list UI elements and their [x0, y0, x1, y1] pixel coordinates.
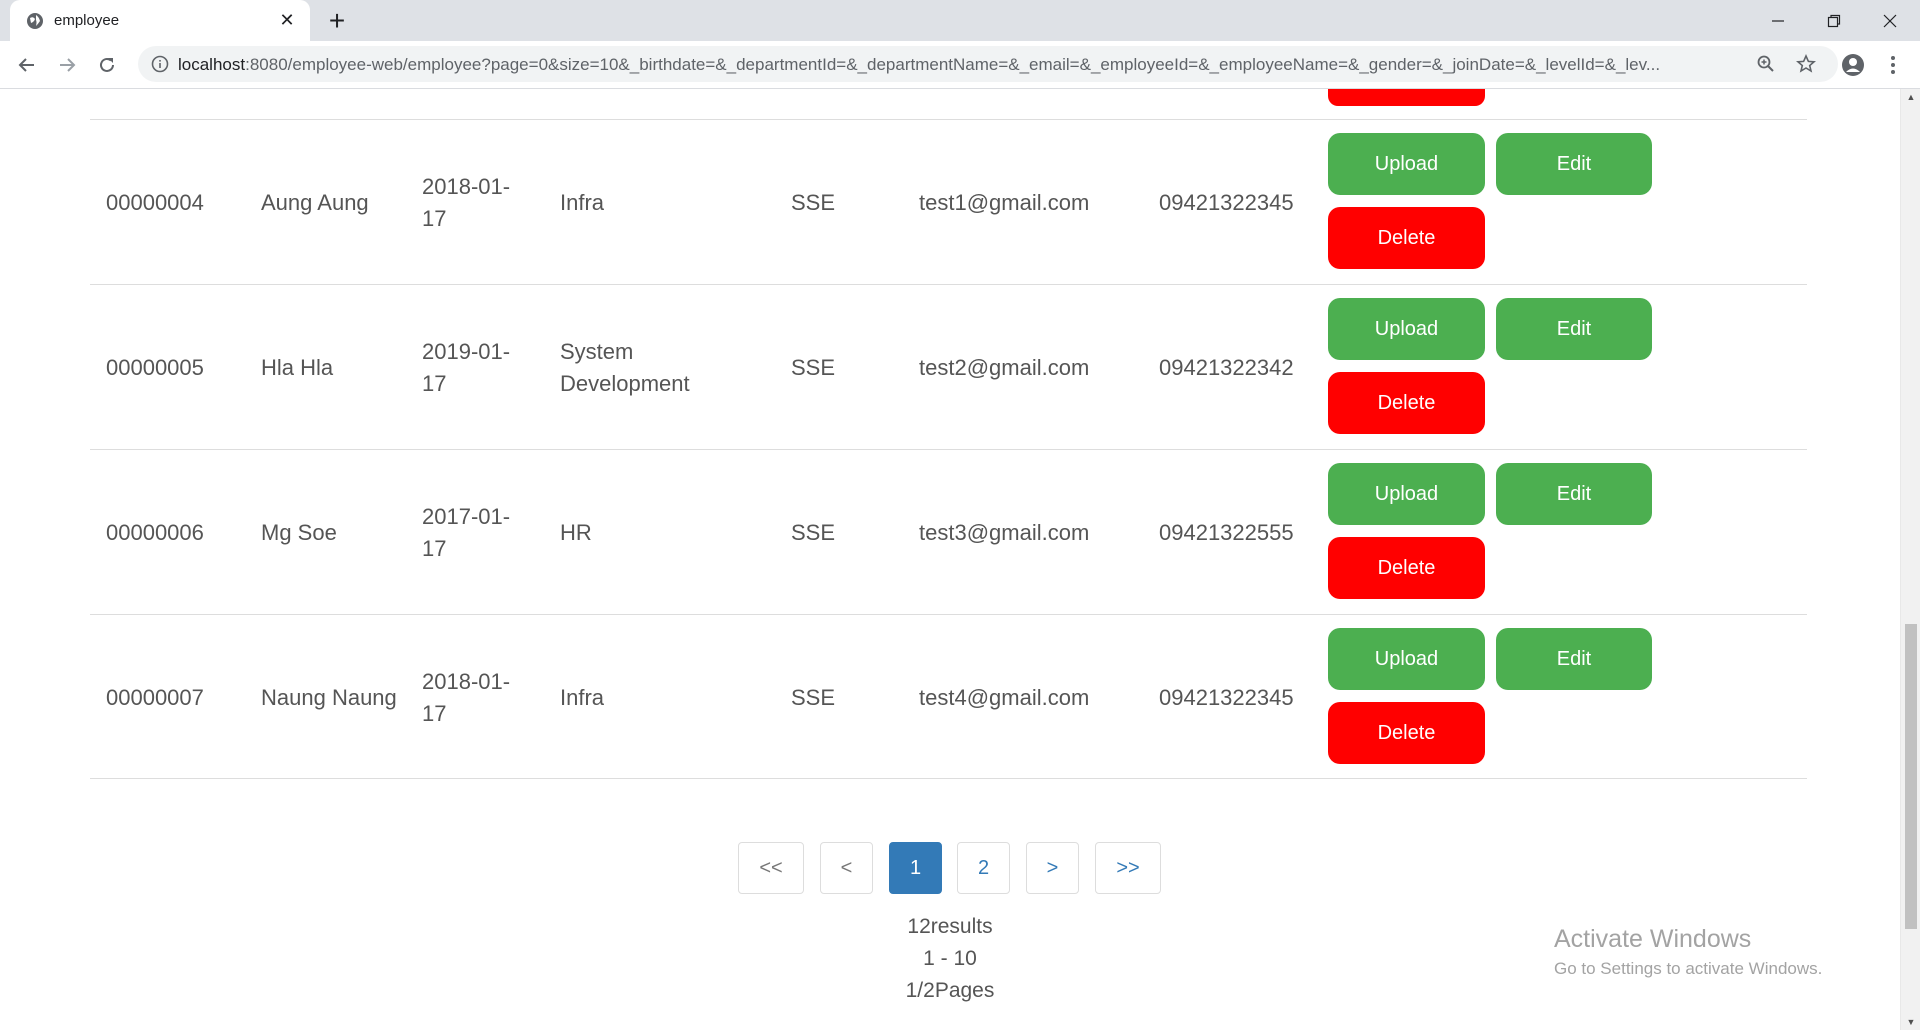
employee-phone: 09421322555 [1159, 519, 1294, 545]
vertical-scrollbar[interactable]: ▲ ▼ [1900, 89, 1920, 1030]
delete-button[interactable]: Delete [1328, 702, 1485, 764]
employee-email: test2@gmail.com [919, 354, 1090, 380]
reload-icon[interactable] [92, 50, 122, 80]
table-row: 00000006 Mg Soe 2017-01-17 HR SSE test3@… [90, 449, 1807, 614]
next-page-button[interactable]: > [1026, 842, 1079, 894]
employee-name: Aung Aung [261, 189, 369, 215]
table-row: 00000005 Hla Hla 2019-01-17 System Devel… [90, 284, 1807, 449]
employee-birthdate: 2018-01-17 [422, 668, 511, 726]
employee-level: SSE [791, 519, 836, 545]
edit-button[interactable]: Edit [1496, 463, 1652, 525]
table-row: 00000007 Naung Naung 2018-01-17 Infra SS… [90, 614, 1807, 779]
upload-button[interactable]: Upload [1328, 298, 1485, 360]
results-range: 1 - 10 [923, 947, 977, 970]
scrollbar-thumb[interactable] [1905, 624, 1917, 929]
results-count: 12results [907, 915, 993, 938]
tab-title: employee [54, 12, 120, 29]
employee-phone: 09421322342 [1159, 354, 1294, 380]
employee-birthdate: 2017-01-17 [422, 503, 511, 561]
new-tab-icon[interactable]: + [322, 6, 352, 36]
employee-phone: 09421322345 [1159, 189, 1294, 215]
employee-id: 00000006 [106, 519, 204, 545]
forward-arrow-icon[interactable] [52, 50, 82, 80]
employee-id: 00000004 [106, 189, 204, 215]
prev-page-button[interactable]: < [820, 842, 873, 894]
employee-email: test1@gmail.com [919, 189, 1090, 215]
browser-toolbar: localhost:8080/employee-web/employee?pag… [0, 41, 1920, 89]
tab-strip: employee ✕ + [0, 0, 1920, 41]
page-count: 1/2Pages [905, 979, 995, 1002]
minimize-icon[interactable] [1750, 0, 1806, 41]
upload-button[interactable]: Upload [1328, 133, 1485, 195]
delete-button-partial[interactable] [1328, 89, 1485, 106]
first-page-button[interactable]: << [738, 842, 804, 894]
restore-icon[interactable] [1806, 0, 1862, 41]
employee-department: System Development [560, 338, 690, 396]
employee-level: SSE [791, 354, 836, 380]
employee-birthdate: 2019-01-17 [422, 338, 511, 396]
employee-birthdate: 2018-01-17 [422, 173, 511, 231]
page-1-button[interactable]: 1 [889, 842, 942, 894]
browser-tab[interactable]: employee ✕ [10, 0, 310, 41]
scroll-up-icon[interactable]: ▲ [1901, 89, 1920, 105]
edit-button[interactable]: Edit [1496, 133, 1652, 195]
star-bookmark-icon[interactable] [1794, 52, 1818, 76]
back-arrow-icon[interactable] [12, 50, 42, 80]
last-page-button[interactable]: >> [1095, 842, 1161, 894]
employee-id: 00000005 [106, 354, 204, 380]
address-bar[interactable]: localhost:8080/employee-web/employee?pag… [138, 46, 1838, 82]
url-host: localhost [178, 55, 246, 74]
edit-button[interactable]: Edit [1496, 628, 1652, 690]
url-path: :8080/employee-web/employee?page=0&size=… [245, 55, 1661, 74]
page-2-button[interactable]: 2 [957, 842, 1010, 894]
globe-icon [27, 13, 43, 29]
employee-level: SSE [791, 684, 836, 710]
employee-department: Infra [560, 189, 605, 215]
employee-name: Naung Naung [261, 684, 397, 710]
close-tab-icon[interactable]: ✕ [276, 9, 298, 31]
close-window-icon[interactable] [1862, 0, 1918, 41]
page-content: 00000004 Aung Aung 2018-01-17 Infra SSE … [0, 89, 1900, 1030]
employee-id: 00000007 [106, 684, 204, 710]
zoom-icon[interactable] [1754, 52, 1778, 76]
activate-windows-subtitle: Go to Settings to activate Windows. [1554, 959, 1823, 978]
employee-level: SSE [791, 189, 836, 215]
edit-button[interactable]: Edit [1496, 298, 1652, 360]
upload-button[interactable]: Upload [1328, 628, 1485, 690]
scroll-down-icon[interactable]: ▼ [1901, 1014, 1920, 1030]
table-row: 00000004 Aung Aung 2018-01-17 Infra SSE … [90, 119, 1807, 284]
employee-department: Infra [560, 684, 605, 710]
employee-department: HR [560, 519, 592, 545]
employee-name: Hla Hla [261, 354, 334, 380]
delete-button[interactable]: Delete [1328, 372, 1485, 434]
delete-button[interactable]: Delete [1328, 537, 1485, 599]
employee-name: Mg Soe [261, 519, 337, 545]
employee-phone: 09421322345 [1159, 684, 1294, 710]
profile-avatar-icon[interactable] [1838, 50, 1868, 80]
menu-dots-icon[interactable] [1878, 50, 1908, 80]
activate-windows-title: Activate Windows [1554, 925, 1752, 953]
delete-button[interactable]: Delete [1328, 207, 1485, 269]
info-icon[interactable] [150, 54, 170, 74]
employee-email: test4@gmail.com [919, 684, 1090, 710]
employee-email: test3@gmail.com [919, 519, 1090, 545]
upload-button[interactable]: Upload [1328, 463, 1485, 525]
url-text[interactable]: localhost:8080/employee-web/employee?pag… [178, 55, 1748, 75]
